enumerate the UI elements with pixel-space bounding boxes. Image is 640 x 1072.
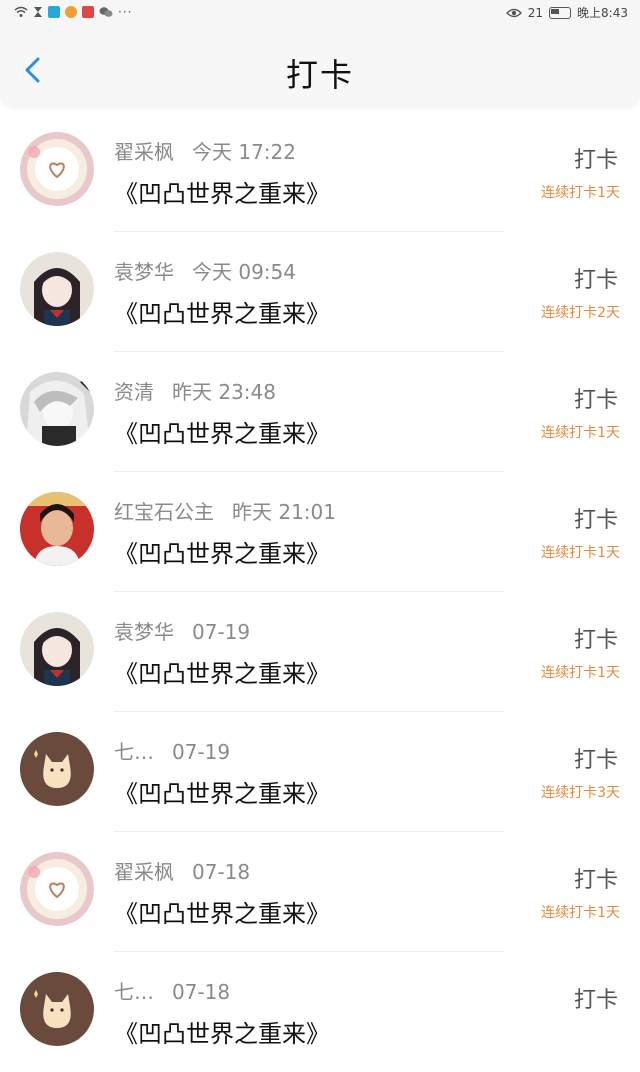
checkin-time: 今天 09:54	[192, 260, 296, 284]
latte-heart-image	[20, 852, 94, 926]
checkin-time: 07-18	[192, 860, 251, 884]
user-name[interactable]: 翟采枫	[114, 860, 174, 884]
user-name[interactable]: 资清	[114, 380, 154, 404]
book-title[interactable]: 《凹凸世界之重来》	[114, 894, 330, 929]
streak-label: 连续打卡2天	[541, 305, 620, 321]
streak-label: 连续打卡1天	[541, 545, 620, 561]
user-line: 翟采枫 07-18	[114, 856, 250, 885]
avatar[interactable]	[20, 852, 94, 926]
user-name[interactable]: 红宝石公主	[114, 500, 214, 524]
user-name[interactable]: 七…	[114, 980, 154, 1004]
status-icons-left: ···	[14, 5, 132, 19]
wifi-icon	[14, 6, 28, 17]
app-icon-blue	[48, 6, 60, 18]
streak-label: 连续打卡3天	[541, 785, 620, 801]
nav-header: 打卡	[0, 26, 640, 108]
list-item[interactable]: 七… 07-18 《凹凸世界之重来》 打卡	[0, 952, 640, 1072]
clock: 晚上8:43	[577, 6, 628, 20]
avatar[interactable]	[20, 372, 94, 446]
signal-text: 21	[527, 5, 544, 20]
checkin-label: 打卡	[573, 988, 618, 1013]
user-line: 袁梦华 今天 09:54	[114, 256, 296, 285]
checkin-time: 昨天 21:01	[232, 500, 336, 524]
checkin-label: 打卡	[573, 268, 618, 293]
battery-icon	[549, 6, 572, 19]
user-line: 七… 07-19	[114, 736, 230, 765]
user-line: 七… 07-18	[114, 976, 230, 1005]
checkin-time: 07-19	[192, 620, 251, 644]
streak-label: 连续打卡1天	[541, 665, 620, 681]
list-item[interactable]: 袁梦华 今天 09:54 《凹凸世界之重来》 打卡 连续打卡2天	[0, 232, 640, 352]
checkin-list: 翟采枫 今天 17:22 《凹凸世界之重来》 打卡 连续打卡1天 袁梦华 今天 09…	[0, 112, 640, 1072]
anime-girl-image	[20, 252, 94, 326]
status-icons-right: 21 晚上8:43	[505, 4, 628, 21]
avatar[interactable]	[20, 612, 94, 686]
book-title[interactable]: 《凹凸世界之重来》	[114, 1014, 330, 1049]
user-name[interactable]: 袁梦华	[114, 260, 174, 284]
list-item[interactable]: 红宝石公主 昨天 21:01 《凹凸世界之重来》 打卡 连续打卡1天	[0, 472, 640, 592]
cat-image	[20, 972, 94, 1046]
book-title[interactable]: 《凹凸世界之重来》	[114, 294, 330, 329]
checkin-label: 打卡	[573, 628, 618, 653]
book-title[interactable]: 《凹凸世界之重来》	[114, 654, 330, 689]
avatar[interactable]	[20, 132, 94, 206]
avatar[interactable]	[20, 252, 94, 326]
user-line: 袁梦华 07-19	[114, 616, 250, 645]
more-notifications: ···	[118, 5, 133, 19]
checkin-label: 打卡	[573, 748, 618, 773]
avatar[interactable]	[20, 972, 94, 1046]
user-name[interactable]: 翟采枫	[114, 140, 174, 164]
user-name[interactable]: 袁梦华	[114, 620, 174, 644]
hourglass-icon	[34, 7, 42, 17]
eye-icon	[505, 8, 522, 17]
checkin-label: 打卡	[573, 508, 618, 533]
book-title[interactable]: 《凹凸世界之重来》	[114, 174, 330, 209]
anime-girl-image	[20, 612, 94, 686]
user-line: 翟采枫 今天 17:22	[114, 136, 296, 165]
list-item[interactable]: 资清 昨天 23:48 《凹凸世界之重来》 打卡 连续打卡1天	[0, 352, 640, 472]
cat-image	[20, 732, 94, 806]
checkin-time: 07-19	[172, 740, 231, 764]
user-name[interactable]: 七…	[114, 740, 154, 764]
anime-gray-image	[20, 372, 94, 446]
list-item[interactable]: 袁梦华 07-19 《凹凸世界之重来》 打卡 连续打卡1天	[0, 592, 640, 712]
checkin-time: 07-18	[172, 980, 231, 1004]
book-title[interactable]: 《凹凸世界之重来》	[114, 774, 330, 809]
user-line: 资清 昨天 23:48	[114, 376, 276, 405]
checkin-time: 昨天 23:48	[172, 380, 276, 404]
app-icon-red	[82, 6, 94, 18]
checkin-time: 今天 17:22	[192, 140, 296, 164]
list-item[interactable]: 翟采枫 07-18 《凹凸世界之重来》 打卡 连续打卡1天	[0, 832, 640, 952]
streak-label: 连续打卡1天	[541, 425, 620, 441]
streak-label: 连续打卡1天	[541, 185, 620, 201]
streak-label: 连续打卡1天	[541, 905, 620, 921]
avatar[interactable]	[20, 492, 94, 566]
list-item[interactable]: 七… 07-19 《凹凸世界之重来》 打卡 连续打卡3天	[0, 712, 640, 832]
user-line: 红宝石公主 昨天 21:01	[114, 496, 336, 525]
avatar[interactable]	[20, 732, 94, 806]
woman-photo-image	[20, 492, 94, 566]
wechat-icon	[99, 7, 113, 17]
book-title[interactable]: 《凹凸世界之重来》	[114, 414, 330, 449]
book-title[interactable]: 《凹凸世界之重来》	[114, 534, 330, 569]
checkin-label: 打卡	[573, 868, 618, 893]
latte-heart-image	[20, 132, 94, 206]
checkin-label: 打卡	[573, 148, 618, 173]
status-bar: ··· 21 晚上8:43	[0, 0, 640, 26]
page-title: 打卡	[285, 56, 354, 94]
checkin-label: 打卡	[573, 388, 618, 413]
weibo-icon	[65, 6, 77, 18]
list-item[interactable]: 翟采枫 今天 17:22 《凹凸世界之重来》 打卡 连续打卡1天	[0, 112, 640, 232]
